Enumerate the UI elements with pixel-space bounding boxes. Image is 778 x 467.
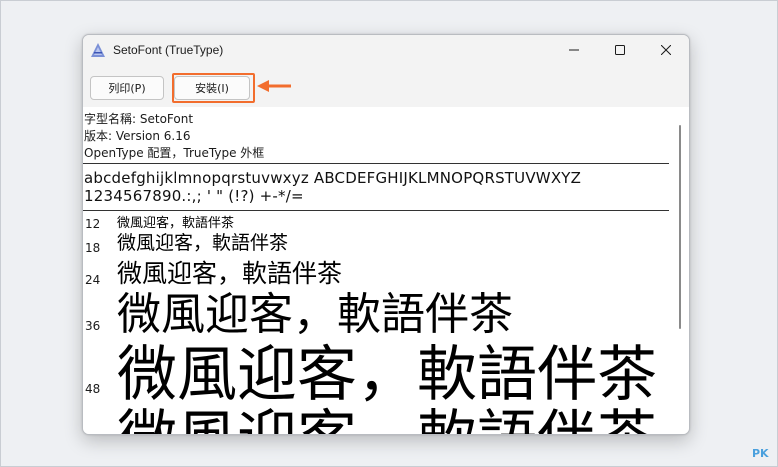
window-title: SetoFont (TrueType) (113, 43, 224, 57)
maximize-button[interactable] (597, 35, 643, 65)
minimize-icon (569, 49, 579, 51)
install-highlight-box (172, 73, 255, 103)
preview-text: 微風迎客，軟語伴茶 (117, 216, 235, 231)
font-name-line: 字型名稱: SetoFont (84, 112, 194, 126)
preview-text: 微風迎客，軟語伴茶 (117, 340, 657, 410)
font-viewer-window: SetoFont (TrueType) 列印(P) 安裝(I) 字型名稱: Se… (82, 34, 690, 435)
close-icon (661, 45, 671, 55)
divider (83, 210, 669, 211)
preview-size-label: 12 (85, 217, 101, 231)
arrow-left-icon (257, 80, 291, 92)
preview-text: 微風迎客，軟語伴茶 (117, 409, 657, 434)
title-bar[interactable]: SetoFont (TrueType) (83, 35, 689, 65)
close-button[interactable] (643, 35, 689, 65)
print-button[interactable]: 列印(P) (90, 76, 164, 100)
preview-size-label: 18 (85, 241, 101, 255)
vertical-scrollbar[interactable] (679, 125, 681, 329)
watermark: PK (752, 447, 769, 460)
preview-text: 微風迎客，軟語伴茶 (117, 289, 513, 340)
preview-size-label: 24 (85, 273, 101, 287)
font-preview-area: 字型名稱: SetoFont 版本: Version 6.16 OpenType… (83, 107, 689, 434)
preview-text: 微風迎客，軟語伴茶 (117, 232, 289, 254)
preview-size-label: 36 (85, 319, 101, 333)
alphabet-sample: abcdefghijklmnopqrstuvwxyz ABCDEFGHIJKLM… (84, 169, 582, 187)
font-version-line: 版本: Version 6.16 (84, 129, 191, 143)
preview-size-label: 48 (85, 382, 101, 396)
maximize-icon (615, 45, 625, 55)
digits-sample: 1234567890.:,; ' " (!?) +-*/= (84, 187, 304, 205)
divider (83, 163, 669, 164)
preview-text: 微風迎客，軟語伴茶 (117, 259, 343, 288)
font-app-icon (91, 43, 105, 57)
minimize-button[interactable] (551, 35, 597, 65)
font-type-line: OpenType 配置，TrueType 外框 (84, 146, 265, 160)
